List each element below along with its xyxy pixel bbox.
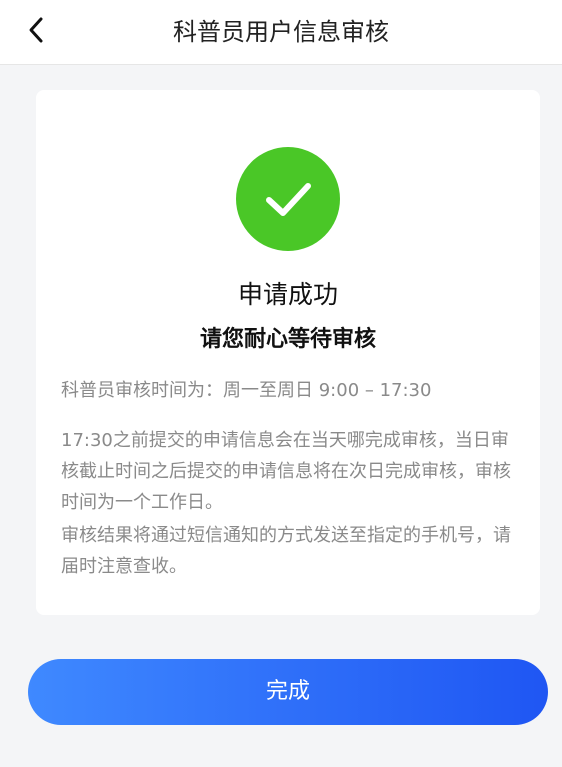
review-schedule-text: 科普员审核时间为：周一至周日 9:00 – 17:30 xyxy=(61,380,432,401)
review-detail-text: 17:30之前提交的申请信息会在当天哪完成审核，当日审核截止时间之后提交的申请信… xyxy=(61,430,511,513)
page-title: 科普员用户信息审核 xyxy=(173,18,389,46)
result-title: 申请成功 xyxy=(237,280,338,309)
navigation-bar: 科普员用户信息审核 xyxy=(0,0,562,65)
check-circle-icon xyxy=(236,147,340,251)
result-card: 申请成功 请您耐心等待审核 科普员审核时间为：周一至周日 9:00 – 17:3… xyxy=(36,90,540,615)
sms-notice-text: 审核结果将通过短信通知的方式发送至指定的手机号，请届时注意查收。 xyxy=(61,525,511,577)
done-button[interactable]: 完成 xyxy=(28,659,548,725)
result-subtitle: 请您耐心等待审核 xyxy=(199,327,376,352)
